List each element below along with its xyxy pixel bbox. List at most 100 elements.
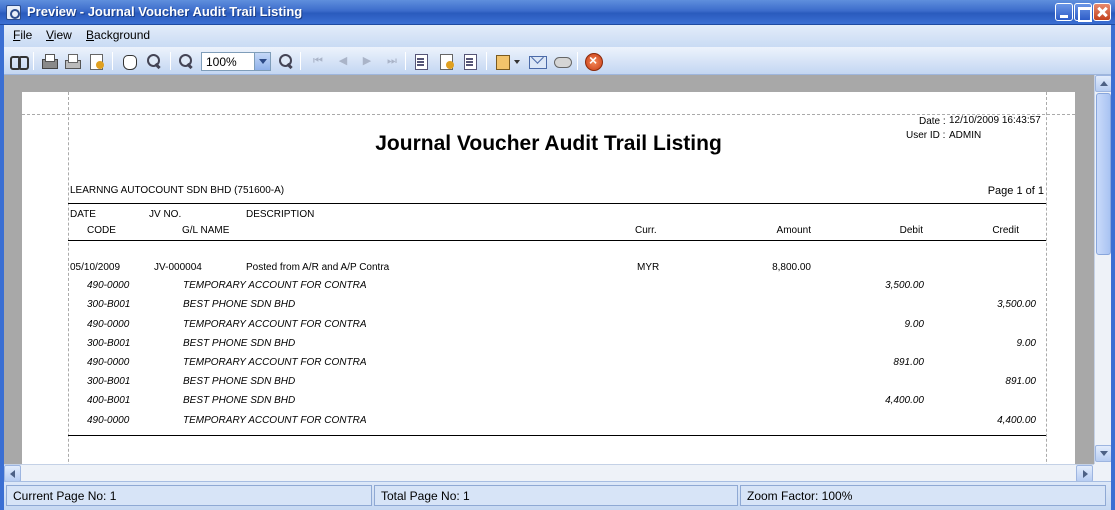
line-credit: 891.00 [1005,376,1036,387]
line-gl-name: BEST PHONE SDN BHD [183,338,296,349]
header-bottom-rule [68,240,1046,241]
total-page-status: Total Page No: 1 [374,485,738,506]
current-page-status: Current Page No: 1 [6,485,372,506]
horizontal-scrollbar[interactable] [4,464,1094,482]
status-bar: Current Page No: 1 Total Page No: 1 Zoom… [0,481,1115,510]
col-header-curr: Curr. [635,225,657,236]
voucher-amount: 8,800.00 [772,262,811,273]
next-page-icon[interactable]: ▶ [358,52,376,70]
first-page-icon[interactable]: ⏮ [309,52,327,70]
line-code: 490-0000 [87,280,130,291]
minimize-button[interactable] [1055,3,1073,21]
zoom-value: 100% [206,55,237,69]
col-header-jv-no: JV NO. [149,209,182,220]
fill-background-icon[interactable] [437,52,455,70]
page-info: Page 1 of 1 [987,185,1044,197]
line-gl-name: TEMPORARY ACCOUNT FOR CONTRA [183,357,367,368]
toolbar-separator [405,52,406,70]
header-top-rule [68,203,1046,204]
menu-background-mnemonic: B [86,28,95,42]
line-code: 400-B001 [87,395,131,406]
line-gl-name: BEST PHONE SDN BHD [183,299,296,310]
send-email-icon[interactable] [528,52,547,70]
col-header-amount: Amount [776,225,811,236]
multiple-pages-icon[interactable] [412,52,430,70]
report-title: Journal Voucher Audit Trail Listing [375,132,722,155]
col-header-debit: Debit [899,225,923,236]
watermark-icon[interactable] [461,52,479,70]
send-file-icon[interactable] [553,52,572,70]
toolbar: ⏮ ◀ ▶ ⏭ [0,47,1115,75]
previous-page-icon[interactable]: ◀ [334,52,352,70]
zoom-factor-status: Zoom Factor: 100% [740,485,1106,506]
line-code: 490-0000 [87,319,130,330]
scroll-down-button[interactable] [1095,445,1112,462]
quick-print-icon[interactable] [63,52,81,70]
scroll-left-button[interactable] [4,465,21,482]
line-debit: 9.00 [904,319,924,330]
toolbar-separator [170,52,171,70]
line-gl-name: BEST PHONE SDN BHD [183,376,296,387]
scroll-right-button[interactable] [1076,465,1093,482]
window-title: Preview - Journal Voucher Audit Trail Li… [27,4,303,19]
line-gl-name: TEMPORARY ACCOUNT FOR CONTRA [183,415,367,426]
print-icon[interactable] [40,52,58,70]
menu-background[interactable]: Background [86,28,150,42]
toolbar-separator [486,52,487,70]
last-page-icon[interactable]: ⏭ [383,52,401,70]
maximize-button[interactable] [1074,3,1092,22]
chevron-down-icon[interactable] [254,53,270,70]
magnifier-icon[interactable] [145,52,163,70]
print-date: 12/10/2009 16:43:57 [949,115,1041,126]
close-preview-icon[interactable] [584,52,603,71]
line-credit: 3,500.00 [997,299,1036,310]
menu-file-label: ile [20,28,33,42]
line-credit: 9.00 [1016,338,1036,349]
zoom-out-icon[interactable] [177,52,195,70]
line-code: 300-B001 [87,338,131,349]
toolbar-separator [577,52,578,70]
line-code: 490-0000 [87,415,130,426]
zoom-combo[interactable]: 100% [201,52,271,71]
col-header-gl-name: G/L NAME [182,225,230,236]
scroll-up-button[interactable] [1095,75,1112,92]
line-credit: 4,400.00 [997,415,1036,426]
line-gl-name: BEST PHONE SDN BHD [183,395,296,406]
hand-tool-icon[interactable] [120,52,138,70]
export-document-icon[interactable] [494,52,520,70]
menu-view-mnemonic: V [46,28,54,42]
zoom-in-icon[interactable] [277,52,295,70]
menu-file[interactable]: File [13,28,32,42]
menu-view[interactable]: View [46,28,72,42]
report-page: Date : 12/10/2009 16:43:57 User ID : ADM… [22,92,1075,464]
window-frame-left [0,25,4,510]
line-debit: 4,400.00 [885,395,924,406]
preview-viewport[interactable]: Date : 12/10/2009 16:43:57 User ID : ADM… [4,75,1094,464]
vertical-scroll-thumb[interactable] [1096,93,1111,255]
line-debit: 891.00 [893,357,924,368]
window-frame-right [1111,25,1115,510]
menu-background-label: ackground [94,28,151,42]
toolbar-separator [33,52,34,70]
title-bar: Preview - Journal Voucher Audit Trail Li… [0,0,1115,25]
col-header-credit: Credit [992,225,1019,236]
voucher-date: 05/10/2009 [70,262,121,273]
col-header-description: DESCRIPTION [246,209,315,220]
scrollbar-corner [1094,464,1111,481]
voucher-curr: MYR [637,262,660,273]
page-setup-icon[interactable] [87,52,105,70]
margin-guide-top [22,114,1075,115]
close-button[interactable] [1093,3,1111,21]
toolbar-separator [300,52,301,70]
find-binoculars-icon[interactable] [9,52,29,70]
line-gl-name: TEMPORARY ACCOUNT FOR CONTRA [183,319,367,330]
preview-app-icon[interactable] [6,5,21,20]
menu-view-label: iew [53,28,72,42]
voucher-jv-no: JV-000004 [154,262,202,273]
toolbar-separator [112,52,113,70]
menu-bar: File View Background [0,25,1115,47]
vertical-scrollbar[interactable] [1094,75,1112,464]
company-name: LEARNNG AUTOCOUNT SDN BHD (751600-A) [70,185,285,196]
line-gl-name: TEMPORARY ACCOUNT FOR CONTRA [183,280,367,291]
report-end-rule [68,435,1046,436]
